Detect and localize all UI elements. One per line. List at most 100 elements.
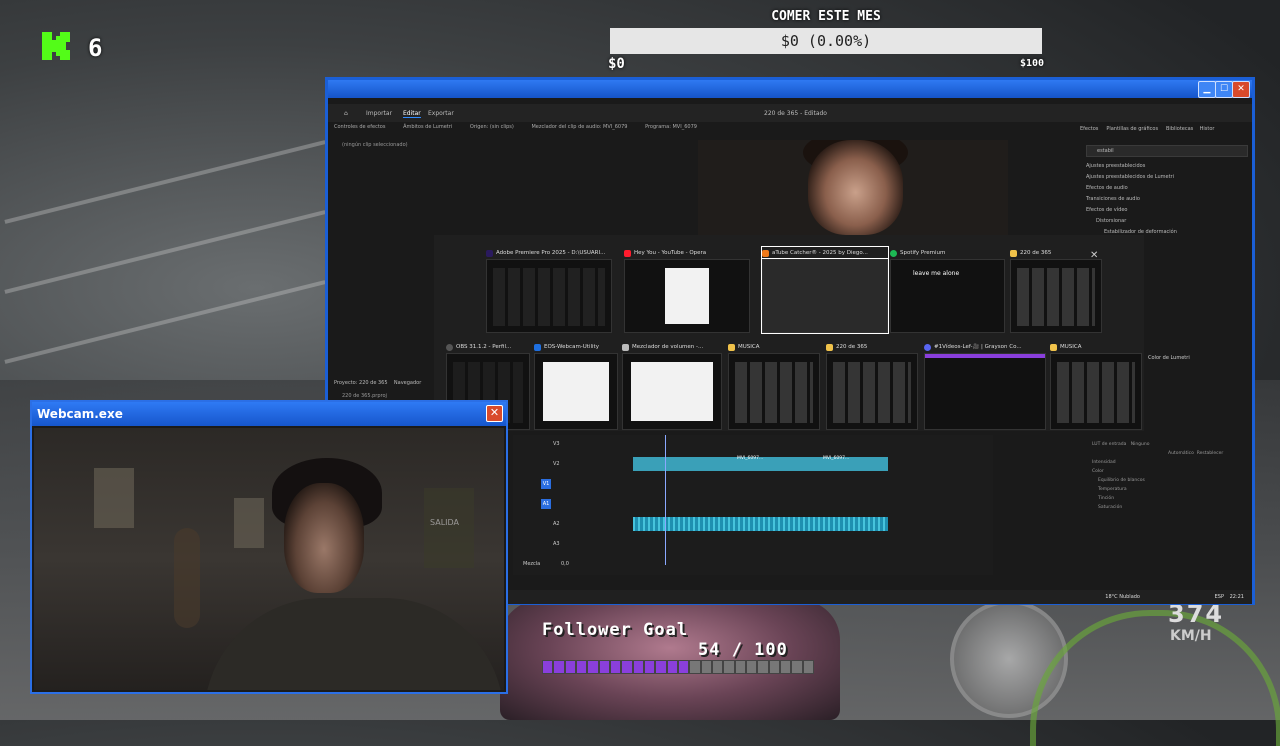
tree-item[interactable]: Efectos de audio: [1086, 183, 1254, 194]
webcam-window[interactable]: Webcam.exe ✕ SALIDA: [30, 400, 508, 694]
effects-search-input[interactable]: estabil: [1086, 145, 1248, 157]
tab-navigator[interactable]: Navegador: [394, 380, 421, 386]
follower-goal-segment: [792, 661, 802, 673]
master-label: Mezcla: [523, 561, 541, 567]
taskbar-language[interactable]: ESP: [1215, 594, 1224, 600]
switcher-item-atube[interactable]: aTube Catcher® - 2025 by Diego...: [761, 246, 889, 334]
switcher-thumbnail: [761, 258, 889, 334]
follower-goal-segment: [803, 661, 813, 673]
follower-goal-segment: [610, 661, 621, 673]
lumetri-panel: LUT de entrada Ninguno Automático Restab…: [1088, 440, 1248, 512]
lumetri-item: Temperatura: [1098, 487, 1127, 492]
track-label: A2: [553, 521, 560, 527]
track-label: A3: [553, 541, 560, 547]
follower-goal-segment: [678, 661, 689, 673]
menu-export[interactable]: Exportar: [428, 110, 454, 117]
follower-goal-segment: [599, 661, 609, 673]
switcher-item-folder-220-b[interactable]: 220 de 365: [826, 341, 918, 430]
follower-goal-segment: [644, 661, 655, 673]
minimize-button[interactable]: ▁: [1198, 81, 1216, 98]
switcher-thumbnail: [534, 353, 618, 430]
tab-audio-mixer[interactable]: Mezclador del clip de audio: MVI_6079: [531, 124, 627, 130]
lumetri-item[interactable]: Restablecer: [1197, 451, 1224, 456]
switcher-item-folder-220[interactable]: 220 de 365: [1010, 247, 1102, 333]
atube-icon: [762, 249, 769, 257]
premiere-menubar: ⌂ Importar Editar Exportar 220 de 365 - …: [328, 104, 1252, 122]
tab-lumetri-scopes[interactable]: Ámbitos de Lumetri: [403, 124, 452, 130]
follower-goal-segment: [724, 661, 734, 673]
follower-goal-segment: [576, 661, 587, 673]
tree-item[interactable]: Efectos de vídeo: [1086, 205, 1254, 216]
switcher-item-musica-b[interactable]: MUSICA: [1050, 341, 1142, 430]
follower-goal-segment: [769, 661, 779, 673]
preview-face: [808, 140, 903, 235]
webcam-feed: SALIDA: [34, 428, 504, 690]
playhead[interactable]: [665, 435, 666, 565]
switcher-thumbnail: [728, 353, 820, 430]
program-monitor[interactable]: [698, 140, 1008, 235]
close-button[interactable]: ✕: [1232, 81, 1250, 98]
person-head: [284, 483, 364, 593]
taskbar-clock[interactable]: 22:21: [1230, 594, 1244, 600]
task-switcher[interactable]: ✕ Adobe Premiere Pro 2025 - D:\USUARI...…: [434, 235, 1144, 431]
switcher-thumbnail: [1050, 353, 1142, 430]
switcher-item-discord[interactable]: #1Vídeos-Lef-🎥 | Grayson Co...: [924, 341, 1046, 430]
tab-graphics-templates[interactable]: Plantillas de gráficos: [1106, 126, 1158, 132]
switcher-thumbnail: [826, 353, 918, 430]
tab-program[interactable]: Programa: MVI_6079: [645, 124, 697, 130]
folder-icon: [728, 343, 735, 351]
follower-goal-segment: [746, 661, 757, 673]
tab-source[interactable]: Origen: (sin clips): [470, 124, 514, 130]
tab-effect-controls[interactable]: Controles de efectos: [334, 124, 385, 130]
taskbar-weather[interactable]: 18°C Nublado: [1105, 594, 1140, 600]
switcher-item-premiere[interactable]: Adobe Premiere Pro 2025 - D:\USUARI...: [486, 247, 612, 333]
kick-logo-icon: [42, 32, 70, 60]
home-icon[interactable]: ⌂: [344, 110, 348, 117]
switcher-item-label: 220 de 365: [836, 344, 868, 350]
switcher-item-label: aTube Catcher® - 2025 by Diego...: [772, 250, 868, 256]
motion-streak: [4, 280, 326, 364]
webcam-close-button[interactable]: ✕: [486, 405, 503, 422]
tree-item[interactable]: Ajustes preestablecidos de Lumetri: [1086, 172, 1254, 183]
track-chip[interactable]: A1: [541, 499, 551, 509]
switcher-item-musica[interactable]: MUSICA: [728, 341, 820, 430]
switcher-item-eos[interactable]: EOS-Webcam-Utility: [534, 341, 618, 430]
spotify-song-text: leave me alone: [913, 270, 960, 277]
tree-item[interactable]: Ajustes preestablecidos: [1086, 161, 1254, 172]
switcher-item-label: Mezclador de volumen -...: [632, 344, 704, 350]
lumetri-item[interactable]: Ninguno: [1131, 442, 1150, 447]
switcher-item-opera[interactable]: Hey You - YouTube - Opera: [624, 247, 750, 333]
tab-effects[interactable]: Efectos: [1080, 126, 1098, 132]
timeline-panel[interactable]: V3 V2 V1 A1 A2 A3 Mezcla 0,0 MVI_6097...…: [513, 435, 993, 575]
donation-goal-progress: $0 (0.00%): [780, 32, 872, 50]
clip-label: MVI_6097...: [737, 456, 764, 461]
switcher-item-spotify[interactable]: Spotify Premium leave me alone: [890, 247, 1005, 333]
tab-lumetri-color[interactable]: Color de Lumetri: [1148, 355, 1190, 361]
tree-item[interactable]: Transiciones de audio: [1086, 194, 1254, 205]
audio-clip[interactable]: [633, 517, 888, 531]
document-title: 220 de 365 - Editado: [764, 110, 827, 117]
lumetri-item[interactable]: Color: [1092, 467, 1248, 476]
maximize-button[interactable]: ☐: [1215, 81, 1233, 98]
menu-import[interactable]: Importar: [366, 110, 392, 117]
tab-project[interactable]: Proyecto: 220 de 365: [334, 380, 388, 386]
person-body: [204, 598, 504, 690]
tree-item[interactable]: Distorsionar: [1096, 216, 1254, 227]
tab-history[interactable]: Histor: [1200, 126, 1215, 132]
lumetri-item: Intensidad: [1092, 460, 1116, 465]
switcher-item-label: 220 de 365: [1020, 250, 1052, 256]
follower-goal-segment: [543, 661, 553, 673]
follower-goal-segment: [690, 661, 700, 673]
windows-taskbar: 18°C Nublado ESP 22:21: [508, 590, 1252, 604]
track-chip[interactable]: V1: [541, 479, 551, 489]
lumetri-item: LUT de entrada: [1092, 442, 1127, 447]
video-clip[interactable]: MVI_6097... MVI_6097...: [633, 456, 888, 471]
webcam-titlebar[interactable]: Webcam.exe ✕: [32, 402, 506, 426]
premiere-titlebar[interactable]: ▁ ☐ ✕: [328, 80, 1252, 98]
tab-libraries[interactable]: Bibliotecas: [1166, 126, 1193, 132]
follower-goal-segment: [656, 661, 666, 673]
switcher-thumbnail: [624, 259, 750, 333]
lumetri-item[interactable]: Automático: [1168, 451, 1194, 456]
menu-edit[interactable]: Editar: [403, 110, 421, 118]
switcher-item-volume-mixer[interactable]: Mezclador de volumen -...: [622, 341, 722, 430]
